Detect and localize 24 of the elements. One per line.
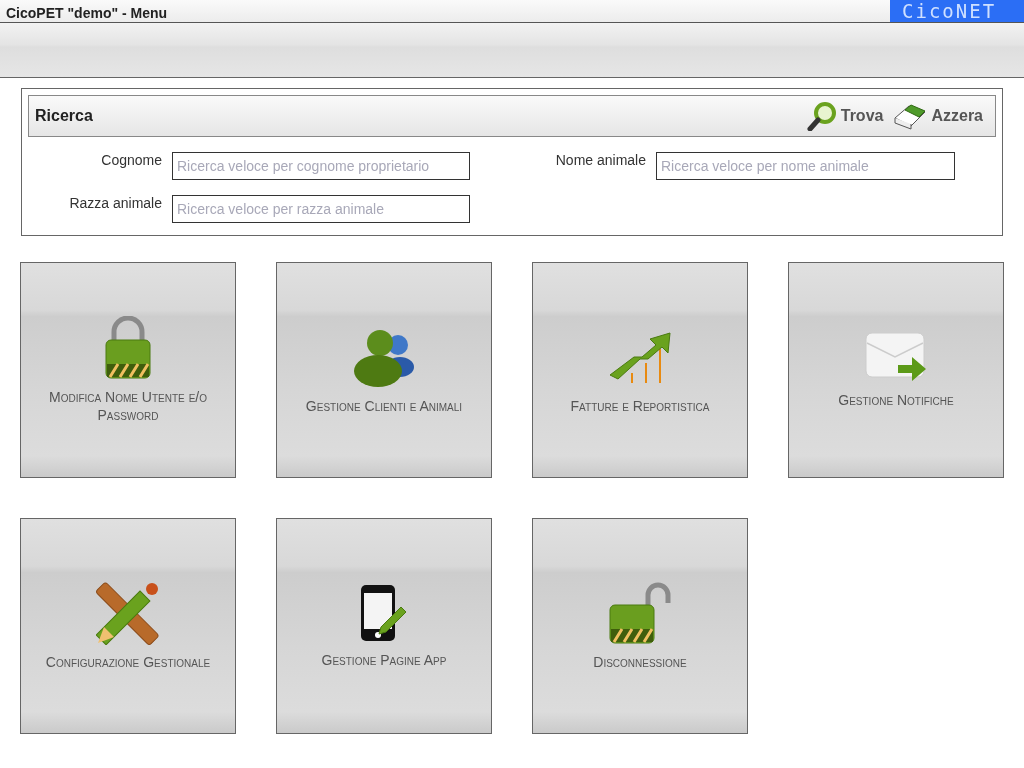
open-padlock-icon (608, 581, 672, 645)
search-field[interactable]: Ricerca veloce per nome animale (656, 152, 955, 180)
panel-title: Ricerca (35, 107, 94, 125)
search-icon (806, 101, 837, 131)
envelope-arrow-icon (864, 331, 928, 383)
search-field[interactable]: Ricerca veloce per cognome proprietario (172, 152, 470, 180)
menu-tile[interactable]: Disconnessione (532, 518, 748, 734)
menu-tile[interactable]: Gestione Notifiche (788, 262, 1004, 478)
reset-button[interactable]: Azzera (891, 102, 985, 130)
phone-pencil-icon (359, 583, 409, 643)
field-label: Razza animale (68, 195, 162, 211)
search-field[interactable]: Ricerca veloce per razza animale (172, 195, 470, 223)
padlock-icon (104, 316, 152, 380)
menu-tile[interactable]: Modifica Nome Utente e/o Password (20, 262, 236, 478)
menu-tile[interactable]: Fatture e Reportistica (532, 262, 748, 478)
brand-logo: CicoNET (890, 0, 1024, 22)
field-label: Nome animale (554, 152, 646, 168)
menu-tile[interactable]: Configurazione Gestionale (20, 518, 236, 734)
eraser-icon (893, 102, 928, 130)
find-button[interactable]: Trova (804, 101, 886, 131)
menu-tile[interactable]: Gestione Pagine App (276, 518, 492, 734)
window-title: CicoPET "demo" - Menu (5, 4, 168, 22)
menu-tile[interactable]: Gestione Clienti e Animali (276, 262, 492, 478)
field-label: Cognome (100, 152, 162, 168)
